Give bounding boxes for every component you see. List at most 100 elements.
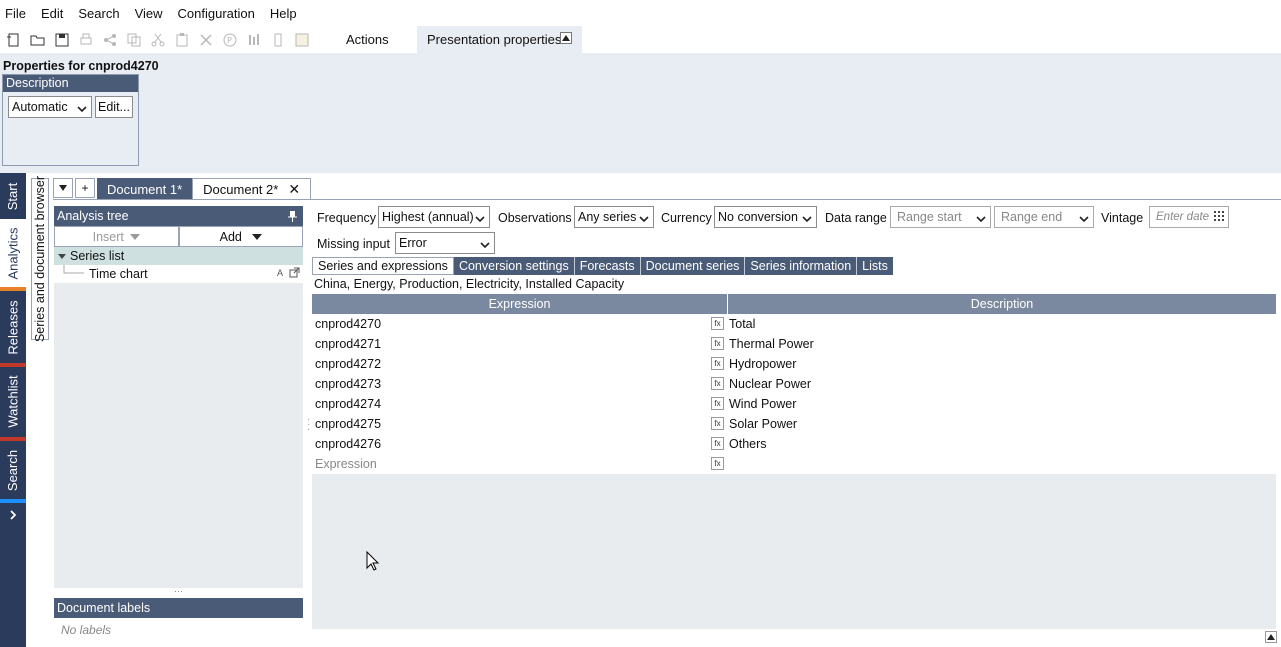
expression-cell[interactable]: cnprod4273 fx	[312, 374, 728, 394]
tree-item-time-chart[interactable]: Time chart A	[54, 265, 303, 283]
table-row[interactable]: cnprod4270 fx Total	[312, 314, 1276, 334]
expression-cell[interactable]: cnprod4276 fx	[312, 434, 728, 454]
fx-icon[interactable]: fx	[711, 417, 724, 430]
expand-chevron-icon[interactable]	[0, 505, 26, 525]
pin-icon[interactable]	[288, 209, 297, 229]
observations-select[interactable]: Any series	[574, 206, 654, 228]
table-row[interactable]: cnprod4271 fx Thermal Power	[312, 334, 1276, 354]
tab-document-series[interactable]: Document series	[641, 257, 746, 275]
series-grid: Expression Description cnprod4270 fx Tota…	[312, 294, 1276, 629]
calendar-icon[interactable]	[1214, 211, 1224, 224]
menu-view[interactable]: View	[135, 6, 163, 21]
description-cell[interactable]: Solar Power	[728, 414, 1276, 434]
copy-icon[interactable]	[124, 30, 144, 50]
missing-input-select[interactable]: Error	[395, 232, 495, 254]
new-expression-input[interactable]: Expression fx	[312, 454, 728, 474]
currency-select[interactable]: No conversion	[714, 206, 817, 228]
tab-start[interactable]: Start	[0, 173, 26, 219]
range-end-input[interactable]: Range end	[994, 206, 1094, 228]
table-row[interactable]: cnprod4272 fx Hydropower	[312, 354, 1276, 374]
tab-series-expressions[interactable]: Series and expressions	[312, 257, 454, 275]
properties-panel: Properties for cnprod4270 Description Au…	[0, 53, 1281, 173]
frequency-select[interactable]: Highest (annual)	[378, 206, 490, 228]
tab-document-1[interactable]: Document 1*	[97, 178, 193, 200]
tree-connector	[63, 265, 84, 274]
fx-icon[interactable]: fx	[711, 337, 724, 350]
vintage-date-input[interactable]: Enter date	[1149, 206, 1229, 228]
tree-item-series-list[interactable]: Series list	[54, 247, 303, 265]
menu-configuration[interactable]: Configuration	[178, 6, 255, 21]
table-row[interactable]: cnprod4276 fx Others	[312, 434, 1276, 454]
tab-lists[interactable]: Lists	[857, 257, 893, 275]
range-start-input[interactable]: Range start	[890, 206, 991, 228]
edit-description-button[interactable]: Edit...	[95, 96, 133, 118]
delete-icon[interactable]	[196, 30, 216, 50]
tab-series-document-browser[interactable]: Series and document browser	[31, 176, 49, 342]
menu-search[interactable]: Search	[78, 6, 119, 21]
expression-cell[interactable]: cnprod4274 fx	[312, 394, 728, 414]
cut-icon[interactable]	[148, 30, 168, 50]
menu-help[interactable]: Help	[270, 6, 297, 21]
fx-icon[interactable]: fx	[711, 437, 724, 450]
paste-icon[interactable]	[172, 30, 192, 50]
description-cell[interactable]: Total	[728, 314, 1276, 334]
dashboard-icon[interactable]	[268, 30, 288, 50]
tab-search[interactable]: Search	[0, 441, 26, 499]
fx-icon[interactable]: fx	[711, 397, 724, 410]
description-cell[interactable]: Others	[728, 434, 1276, 454]
tab-conversion-settings[interactable]: Conversion settings	[454, 257, 575, 275]
fx-icon[interactable]: fx	[711, 377, 724, 390]
actions-menu[interactable]: Actions	[346, 32, 389, 47]
fx-icon[interactable]: fx	[711, 457, 724, 470]
description-cell[interactable]: Nuclear Power	[728, 374, 1276, 394]
fx-icon[interactable]: fx	[711, 357, 724, 370]
image-icon[interactable]	[292, 30, 312, 50]
new-expression-row[interactable]: Expression fx	[312, 454, 1276, 474]
vertical-splitter[interactable]: · · ·	[307, 415, 310, 435]
menu-bar: File Edit Search View Configuration Help	[0, 0, 1281, 26]
insert-button[interactable]: Insert	[54, 226, 179, 247]
fx-icon[interactable]: fx	[711, 317, 724, 330]
table-row[interactable]: cnprod4275 fx Solar Power	[312, 414, 1276, 434]
tab-watchlist[interactable]: Watchlist	[0, 365, 26, 437]
expression-cell[interactable]: cnprod4272 fx	[312, 354, 728, 374]
expression-cell[interactable]: cnprod4270 fx	[312, 314, 728, 334]
tab-series-information[interactable]: Series information	[745, 257, 858, 275]
column-header-description[interactable]: Description	[728, 294, 1276, 314]
add-button[interactable]: Add	[178, 226, 303, 247]
p-icon[interactable]: P	[220, 30, 240, 50]
open-window-icon[interactable]	[289, 267, 300, 281]
description-cell[interactable]: Thermal Power	[728, 334, 1276, 354]
menu-file[interactable]: File	[5, 6, 26, 21]
description-mode-select[interactable]: Automatic	[8, 96, 92, 118]
column-header-expression[interactable]: Expression	[312, 294, 728, 314]
tab-analytics[interactable]: Analytics	[0, 219, 26, 287]
tab-releases[interactable]: Releases	[0, 291, 26, 363]
share-icon[interactable]	[100, 30, 120, 50]
print-icon[interactable]	[76, 30, 96, 50]
tab-document-2[interactable]: Document 2* ✕	[192, 178, 312, 200]
description-cell[interactable]: Hydropower	[728, 354, 1276, 374]
expand-panel-icon[interactable]	[1265, 631, 1277, 643]
description-cell[interactable]	[728, 454, 1276, 474]
table-row[interactable]: cnprod4273 fx Nuclear Power	[312, 374, 1276, 394]
panel-splitter[interactable]: ⋯	[54, 587, 303, 597]
search-accent	[0, 499, 26, 503]
chart-icon[interactable]	[244, 30, 264, 50]
expression-cell[interactable]: cnprod4271 fx	[312, 334, 728, 354]
save-icon[interactable]	[52, 30, 72, 50]
close-icon[interactable]: ✕	[288, 181, 300, 198]
tabs-dropdown-icon[interactable]	[53, 178, 73, 198]
tab-presentation-properties[interactable]: Presentation properties	[417, 26, 582, 53]
description-cell[interactable]: Wind Power	[728, 394, 1276, 414]
expression-cell[interactable]: cnprod4275 fx	[312, 414, 728, 434]
collapse-up-icon[interactable]	[560, 32, 572, 44]
table-row[interactable]: cnprod4274 fx Wind Power	[312, 394, 1276, 414]
open-icon[interactable]	[28, 30, 48, 50]
tab-forecasts[interactable]: Forecasts	[575, 257, 641, 275]
description-mode-value: Automatic	[12, 100, 68, 114]
menu-edit[interactable]: Edit	[41, 6, 63, 21]
toolbar: P Actions Presentation properties	[0, 26, 1281, 53]
new-document-icon[interactable]	[4, 30, 24, 50]
add-document-button[interactable]: +	[75, 178, 95, 198]
